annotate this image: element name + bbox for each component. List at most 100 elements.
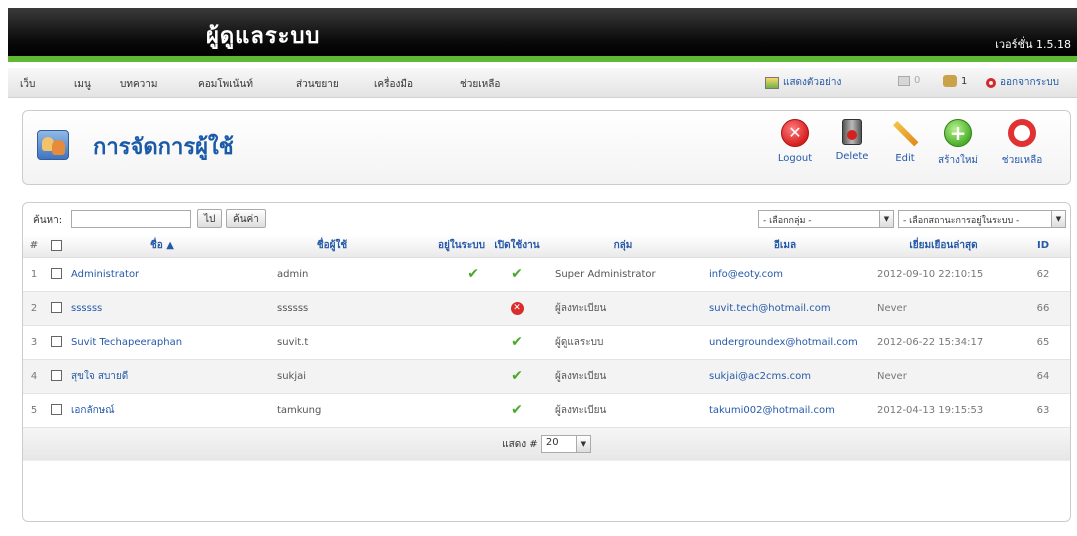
menu-content[interactable]: บทความ (120, 77, 157, 92)
table-row: 3 Suvit Techapeeraphan suvit.t ✔ ผู้ดูแลระบบ… (23, 325, 1070, 360)
id-cell: 62 (1016, 257, 1070, 292)
main-menu: เว็บ เมนู บทความ คอมโพเน้นท์ ส่วนขยาย เค… (8, 68, 1077, 98)
menu-menus[interactable]: เมนู (74, 77, 91, 92)
users-icon (943, 75, 957, 87)
enabled-toggle[interactable]: ✕ (487, 291, 547, 326)
col-group[interactable]: กลุ่ม (547, 235, 699, 258)
new-button[interactable]: + สร้างใหม่ (928, 119, 988, 168)
menu-tools[interactable]: เครื่องมือ (374, 77, 413, 92)
logged-in-cell (407, 291, 487, 326)
check-icon: ✔ (511, 334, 523, 350)
add-icon: + (944, 119, 972, 147)
email-link[interactable]: sukjai@ac2cms.com (709, 371, 811, 382)
filter-label: ค้นหา: (33, 215, 63, 226)
enabled-toggle[interactable]: ✔ (487, 257, 547, 292)
logout-link[interactable]: ออกจากระบบ (986, 75, 1059, 90)
user-name-link[interactable]: สุขใจ สบายดี (71, 371, 128, 382)
group-cell: Super Administrator (547, 257, 699, 292)
col-enabled[interactable]: เปิดใช้งาน (487, 235, 547, 258)
table-row: 5 เอกลักษณ์ tamkung ✔ ผู้ลงทะเบียน takumi002@… (23, 393, 1070, 428)
header-title: ผู้ดูแลระบบ (206, 24, 321, 49)
row-checkbox[interactable] (45, 325, 67, 360)
status-select[interactable]: - เลือกสถานะการอยู่ในระบบ - ▼ (898, 210, 1066, 228)
page-title: การจัดการผู้ใช้ (93, 135, 234, 160)
col-num: # (23, 235, 45, 258)
id-cell: 66 (1016, 291, 1070, 326)
select-all-checkbox[interactable] (45, 235, 67, 258)
email-link[interactable]: suvit.tech@hotmail.com (709, 303, 831, 314)
pencil-icon (885, 113, 925, 153)
delete-button[interactable]: Delete (822, 119, 882, 162)
enabled-toggle[interactable]: ✔ (487, 359, 547, 394)
row-checkbox[interactable] (45, 257, 67, 292)
user-name-link[interactable]: Suvit Techapeeraphan (71, 337, 182, 348)
preview-link[interactable]: แสดงตัวอย่าง (765, 75, 841, 90)
check-icon: ✔ (467, 266, 479, 282)
id-cell: 64 (1016, 359, 1070, 394)
user-name-link[interactable]: เอกลักษณ์ (71, 405, 115, 416)
trash-icon (842, 119, 862, 145)
col-id[interactable]: ID (1016, 235, 1070, 258)
menu-components[interactable]: คอมโพเน้นท์ (198, 77, 253, 92)
col-last-visit[interactable]: เยี่ยมเยือนล่าสุด (871, 235, 1016, 258)
group-cell: ผู้ดูแลระบบ (547, 325, 699, 360)
group-cell: ผู้ลงทะเบียน (547, 393, 699, 428)
col-name[interactable]: ชื่อ ▲ (67, 235, 257, 258)
logout-icon (986, 77, 996, 88)
group-select[interactable]: - เลือกกลุ่ม - ▼ (758, 210, 894, 228)
email-link[interactable]: takumi002@hotmail.com (709, 405, 835, 416)
table-row: 2 ssssss ssssss ✕ ผู้ลงทะเบียน suvit.tech@hot… (23, 291, 1070, 326)
menu-site[interactable]: เว็บ (20, 77, 35, 92)
group-cell: ผู้ลงทะเบียน (547, 359, 699, 394)
menu-help[interactable]: ช่วยเหลือ (460, 77, 500, 92)
user-list-panel: ค้นหา: ไป ค้นค่า - เลือกกลุ่ม - ▼ - เลือ… (22, 202, 1071, 522)
chevron-down-icon: ▼ (879, 211, 893, 227)
last-visit-cell: 2012-06-22 15:34:17 (871, 325, 1016, 360)
logged-in-cell: ✔ (407, 257, 487, 292)
email-link[interactable]: undergroundex@hotmail.com (709, 337, 858, 348)
pagination-footer: แสดง # 20 ▼ (23, 427, 1070, 461)
col-username[interactable]: ชื่อผู้ใช้ (257, 235, 407, 258)
search-input[interactable] (71, 210, 191, 228)
enabled-toggle[interactable]: ✔ (487, 325, 547, 360)
header-accent-bar (8, 56, 1077, 62)
username-cell: ssssss (257, 291, 407, 326)
row-checkbox[interactable] (45, 359, 67, 394)
last-visit-cell: 2012-09-10 22:10:15 (871, 257, 1016, 292)
logout-button[interactable]: ✕ Logout (765, 119, 825, 164)
row-number: 1 (23, 257, 45, 292)
row-checkbox[interactable] (45, 291, 67, 326)
page-size-select[interactable]: 20 ▼ (540, 435, 591, 454)
logged-in-cell (407, 393, 487, 428)
email-link[interactable]: info@eoty.com (709, 269, 783, 280)
admin-header: ผู้ดูแลระบบ เวอร์ชั่น 1.5.18 (8, 8, 1077, 56)
logged-in-cell (407, 325, 487, 360)
chevron-down-icon: ▼ (1051, 211, 1065, 227)
username-cell: suvit.t (257, 325, 407, 360)
enabled-toggle[interactable]: ✔ (487, 393, 547, 428)
messages-count[interactable]: 0 (898, 75, 920, 86)
row-number: 2 (23, 291, 45, 326)
username-cell: tamkung (257, 393, 407, 428)
username-cell: sukjai (257, 359, 407, 394)
go-button[interactable]: ไป (197, 209, 223, 228)
user-name-link[interactable]: ssssss (71, 303, 102, 314)
chevron-down-icon: ▼ (575, 436, 590, 453)
row-checkbox[interactable] (45, 393, 67, 428)
edit-button[interactable]: Edit (875, 119, 935, 164)
id-cell: 65 (1016, 325, 1070, 360)
col-logged-in[interactable]: อยู่ในระบบ (407, 235, 487, 258)
col-email[interactable]: อีเมล (699, 235, 871, 258)
users-online-count: 1 (943, 75, 967, 87)
logout-x-icon: ✕ (781, 119, 809, 147)
user-manager-icon (37, 130, 69, 160)
check-icon: ✔ (511, 402, 523, 418)
group-cell: ผู้ลงทะเบียน (547, 291, 699, 326)
help-button[interactable]: ช่วยเหลือ (992, 119, 1052, 168)
last-visit-cell: Never (871, 291, 1016, 326)
table-row: 4 สุขใจ สบายดี sukjai ✔ ผู้ลงทะเบียน sukjai@a… (23, 359, 1070, 394)
version-label: เวอร์ชั่น 1.5.18 (995, 38, 1071, 51)
menu-extensions[interactable]: ส่วนขยาย (296, 77, 339, 92)
user-name-link[interactable]: Administrator (71, 269, 139, 280)
reset-button[interactable]: ค้นค่า (226, 209, 266, 228)
